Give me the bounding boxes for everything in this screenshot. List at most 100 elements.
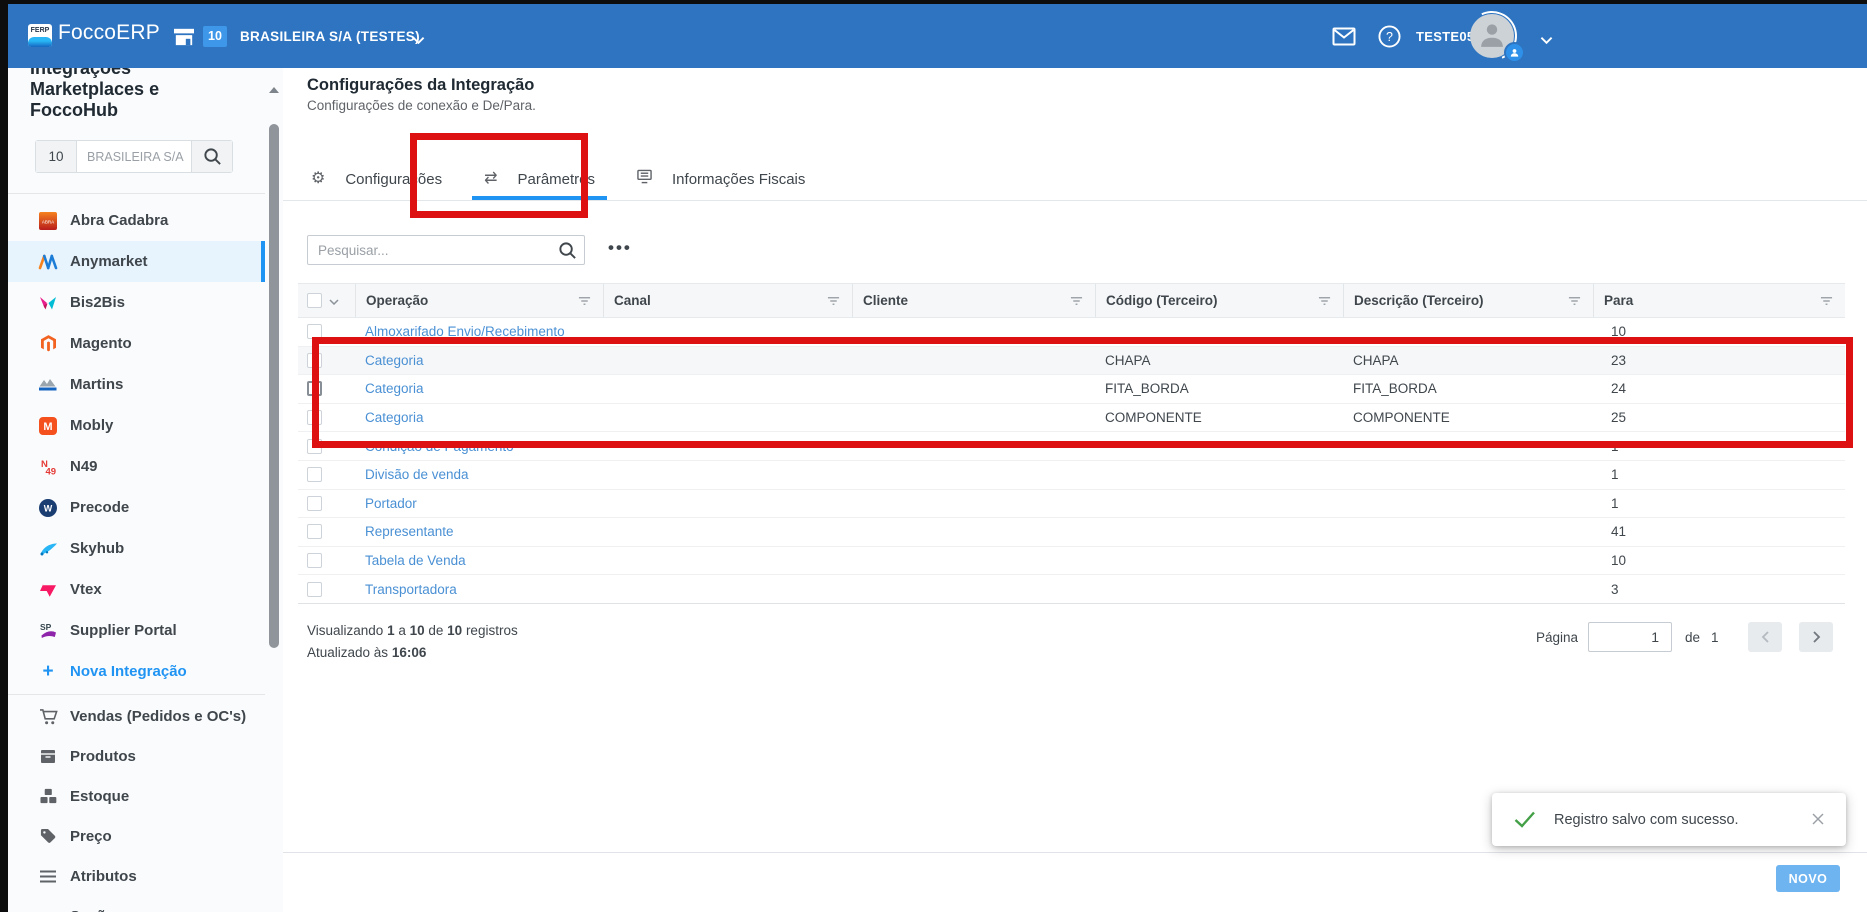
parameters-table: OperaçãoCanalClienteCódigo (Terceiro)Des… — [298, 283, 1845, 604]
chevron-down-icon[interactable] — [412, 32, 425, 50]
search-icon[interactable] — [191, 141, 232, 172]
sidebar-item-label: Bis2Bis — [70, 294, 125, 311]
company-selector[interactable]: BRASILEIRA S/A (TESTES) — [240, 29, 420, 44]
row-checkbox[interactable] — [307, 467, 322, 482]
filter-icon[interactable] — [1820, 296, 1833, 306]
column-header-opera-o[interactable]: Operação — [355, 284, 603, 317]
row-checkbox[interactable] — [307, 524, 322, 539]
sidebar-item-anymarket[interactable]: Anymarket — [8, 241, 265, 282]
row-checkbox[interactable] — [307, 439, 322, 454]
foccoerp-logo-icon: FERP — [28, 24, 52, 47]
row-checkbox[interactable] — [307, 381, 322, 396]
next-page-button[interactable] — [1799, 622, 1833, 652]
sidebar-item-n49[interactable]: N49N49 — [8, 446, 265, 487]
sidebar-item-bis2bis[interactable]: Bis2Bis — [8, 282, 265, 323]
close-icon[interactable] — [1812, 813, 1824, 825]
magento-icon — [38, 334, 58, 354]
row-link-operacao[interactable]: Categoria — [355, 375, 603, 403]
tab-informa-es-fiscais[interactable]: Informações Fiscais — [621, 158, 821, 200]
sidebar: Integrações Marketplaces e FoccoHub 10 A… — [8, 68, 265, 912]
prev-page-button[interactable] — [1748, 622, 1782, 652]
tabs-divider — [283, 200, 1867, 201]
sidebar-item-atributos[interactable]: Atributos — [8, 856, 265, 896]
filter-icon[interactable] — [1568, 296, 1581, 306]
row-link-operacao[interactable]: Representante — [355, 518, 603, 546]
sidebar-divider-2 — [8, 694, 265, 695]
more-options-button[interactable]: ••• — [608, 238, 632, 258]
sidebar-item-precode[interactable]: WPrecode — [8, 487, 265, 528]
column-header-c-digo-terceiro[interactable]: Código (Terceiro) — [1095, 284, 1343, 317]
window-frame-left — [0, 0, 8, 912]
filter-icon[interactable] — [1070, 296, 1083, 306]
table-row: Almoxarifado Envio/Recebimento10 — [298, 318, 1845, 347]
row-link-operacao[interactable]: Categoria — [355, 404, 603, 432]
sidebar-divider — [8, 193, 265, 194]
account-chevron-down-icon[interactable] — [1540, 32, 1553, 50]
bottom-action-bar: NOVO — [283, 852, 1867, 912]
column-header-cliente[interactable]: Cliente — [852, 284, 1095, 317]
sidebar-item-label: Anymarket — [70, 253, 148, 270]
cell-codigo: FITA_BORDA — [1095, 375, 1343, 403]
svg-text:W: W — [44, 503, 53, 513]
help-icon[interactable]: ? — [1378, 25, 1401, 53]
row-link-operacao[interactable]: Categoria — [355, 347, 603, 375]
table-row: Tabela de Venda 10 — [298, 547, 1845, 576]
sidebar-item-pre-o[interactable]: Preço — [8, 816, 265, 856]
row-link-operacao[interactable]: Almoxarifado Envio/Recebimento — [355, 318, 603, 346]
sidebar-item-estoque[interactable]: Estoque — [8, 776, 265, 816]
row-checkbox[interactable] — [307, 410, 322, 425]
svg-text:SP: SP — [40, 622, 52, 632]
pagination: Página de 1 — [283, 622, 1867, 652]
select-all-checkbox[interactable] — [307, 293, 322, 308]
sidebar-item-mobly[interactable]: MMobly — [8, 405, 265, 446]
sidebar-item-supplier-portal[interactable]: SPSupplier Portal — [8, 610, 265, 651]
sidebar-item-label: Vtex — [70, 581, 102, 598]
cell-para: 1 — [1593, 490, 1845, 518]
scrollbar-thumb[interactable] — [269, 124, 279, 648]
row-link-operacao[interactable]: Portador — [355, 490, 603, 518]
cell-para: 10 — [1593, 547, 1845, 575]
filter-icon[interactable] — [827, 296, 840, 306]
sidebar-item-skyhub[interactable]: Skyhub — [8, 528, 265, 569]
row-link-operacao[interactable]: Tabela de Venda — [355, 547, 603, 575]
column-header-canal[interactable]: Canal — [603, 284, 852, 317]
row-link-operacao[interactable]: Transportadora — [355, 575, 603, 603]
cell-canal — [603, 375, 852, 403]
filter-icon[interactable] — [578, 296, 591, 306]
cell-cliente — [852, 375, 1095, 403]
filter-icon[interactable] — [1318, 296, 1331, 306]
user-status-badge-icon — [1504, 42, 1525, 63]
row-checkbox[interactable] — [307, 324, 322, 339]
chevron-down-icon[interactable] — [329, 292, 339, 310]
row-link-operacao[interactable]: Divisão de venda — [355, 461, 603, 489]
cell-codigo — [1095, 432, 1343, 460]
tab-par-metros[interactable]: ⇄Parâmetros — [468, 158, 611, 200]
novo-button[interactable]: NOVO — [1776, 865, 1840, 892]
mail-icon[interactable] — [1332, 27, 1356, 51]
sidebar-item-se-es[interactable]: Seções — [8, 896, 265, 912]
sidebar-item-vtex[interactable]: Vtex — [8, 569, 265, 610]
svg-text:49: 49 — [46, 466, 57, 476]
company-search-input[interactable] — [77, 141, 191, 172]
column-header-descri-o-terceiro[interactable]: Descrição (Terceiro) — [1343, 284, 1593, 317]
column-header-para[interactable]: Para — [1593, 284, 1845, 317]
page-number-input[interactable] — [1588, 622, 1672, 652]
row-checkbox[interactable] — [307, 496, 322, 511]
row-checkbox[interactable] — [307, 353, 322, 368]
sidebar-item-produtos[interactable]: Produtos — [8, 736, 265, 776]
plus-icon: + — [38, 662, 58, 682]
row-link-operacao[interactable]: Condição de Pagamento — [355, 432, 603, 460]
sidebar-item-abra-cadabra[interactable]: ABRAAbra Cadabra — [8, 200, 265, 241]
gear-icon: ⚙ — [311, 170, 325, 188]
row-checkbox[interactable] — [307, 553, 322, 568]
row-checkbox[interactable] — [307, 582, 322, 597]
search-icon[interactable] — [550, 241, 584, 260]
search-input[interactable] — [308, 243, 550, 258]
sidebar-item-magento[interactable]: Magento — [8, 323, 265, 364]
sidebar-item-vendas-pedidos-e-oc-s[interactable]: Vendas (Pedidos e OC's) — [8, 696, 265, 736]
tab-configura-es[interactable]: ⚙Configurações — [295, 158, 458, 200]
scroll-up-arrow-icon[interactable] — [269, 80, 279, 98]
sidebar-item-martins[interactable]: Martins — [8, 364, 265, 405]
sidebar-item-nova-integra-o[interactable]: +Nova Integração — [8, 651, 265, 692]
cell-canal — [603, 547, 852, 575]
